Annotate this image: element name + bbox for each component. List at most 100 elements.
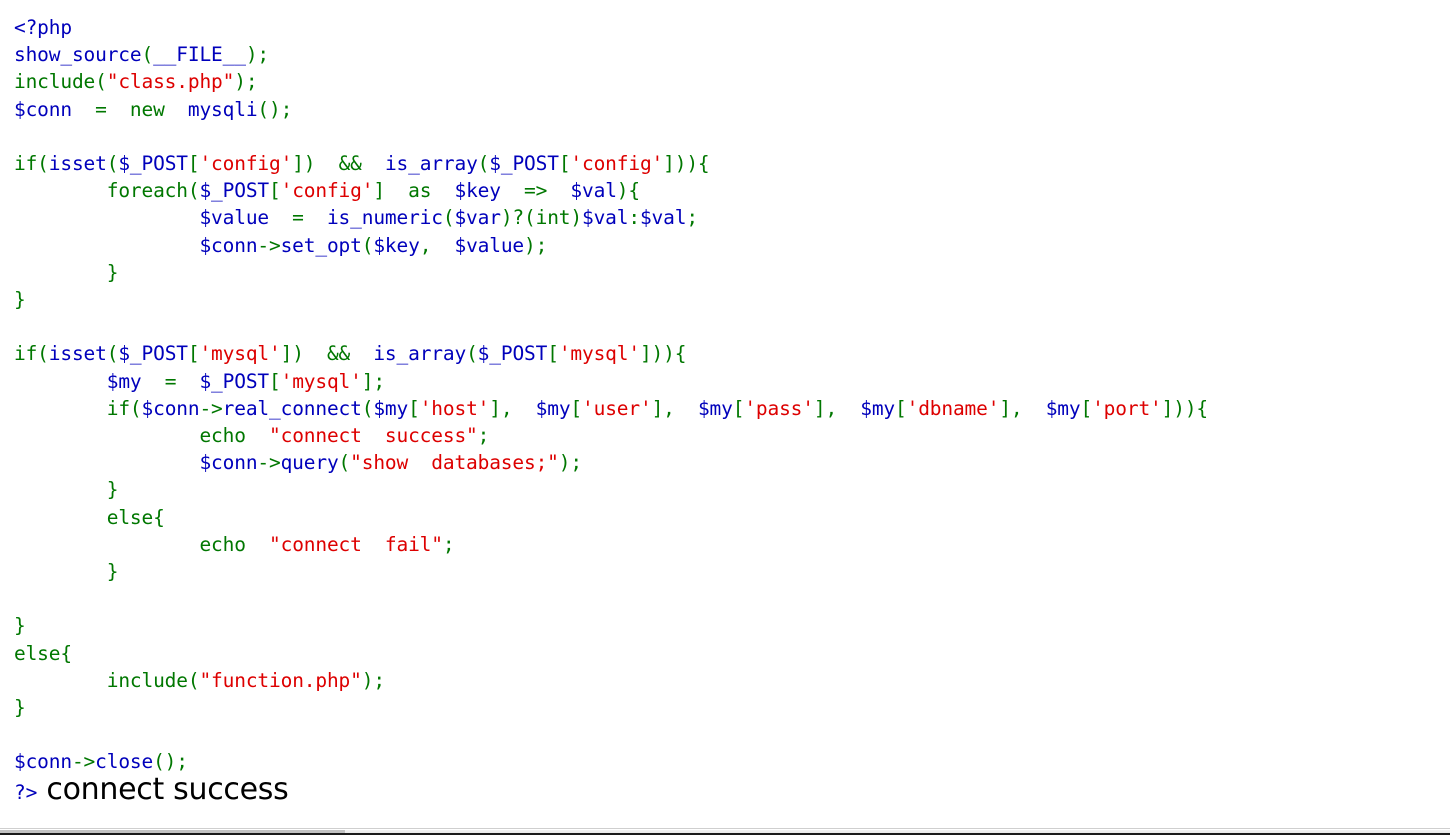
code-token-keyword: [: [269, 369, 281, 393]
code-token-string: "connect fail": [269, 532, 443, 556]
code-token-string: "show databases;": [350, 451, 559, 475]
code-token-keyword: ],: [999, 396, 1046, 420]
code-token-keyword: ])){: [1161, 396, 1209, 420]
code-token-keyword: [14, 451, 199, 474]
code-line: }: [14, 288, 26, 311]
code-token-keyword: (: [477, 152, 490, 176]
code-token-keyword: (: [106, 342, 119, 366]
code-token-keyword: ;: [477, 424, 490, 448]
code-token-keyword: [: [1080, 396, 1093, 420]
code-token-string: 'mysql': [280, 369, 362, 393]
code-line: <?php: [14, 16, 72, 39]
code-token-default: $var: [454, 206, 501, 230]
code-token-keyword: [: [187, 152, 200, 176]
code-token-keyword: ->: [71, 750, 96, 774]
code-token-keyword: [: [269, 179, 281, 203]
code-token-keyword: ->: [257, 233, 281, 257]
horizontal-scrollbar[interactable]: [0, 828, 1450, 835]
code-line: $value = is_numeric($var)?(int)$val:$val…: [14, 206, 698, 229]
code-token-keyword: include: [106, 668, 188, 692]
code-line: }: [14, 696, 26, 719]
code-token-keyword: [165, 98, 188, 121]
code-token-string: 'config': [280, 179, 374, 203]
code-token-keyword: [246, 424, 269, 447]
code-token-keyword: [14, 397, 107, 420]
code-token-keyword: (: [106, 152, 119, 176]
code-line: foreach($_POST['config'] as $key => $val…: [14, 179, 640, 202]
code-token-keyword: ;: [442, 532, 455, 556]
code-line: $conn->query("show databases;");: [14, 451, 582, 474]
code-token-keyword: [14, 669, 107, 692]
code-token-keyword: (: [466, 342, 478, 366]
code-token-default: query: [280, 451, 339, 475]
code-token-keyword: if(: [106, 396, 142, 420]
closing-tag-and-output-line: ?> connect success: [14, 774, 1450, 806]
php-closing-tag: ?>: [14, 780, 38, 804]
code-token-keyword: include: [14, 70, 96, 94]
code-token-default: $my: [697, 396, 733, 420]
code-token-keyword: ],: [651, 396, 698, 420]
code-token-keyword: }: [14, 696, 26, 720]
code-token-default: isset: [48, 342, 107, 366]
code-token-keyword: }: [14, 560, 119, 584]
code-line: else{: [14, 506, 165, 529]
code-token-default: set_opt: [280, 233, 362, 257]
code-token-keyword: echo: [199, 532, 246, 556]
code-token-default: is_array: [373, 342, 467, 366]
code-token-default: $my: [1045, 396, 1081, 420]
code-token-default: $_POST: [477, 342, 548, 366]
code-token-string: 'mysql': [558, 342, 640, 366]
code-token-default: $my: [373, 396, 409, 420]
code-line: show_source(__FILE__);: [14, 43, 269, 66]
code-token-default: $_POST: [118, 152, 188, 176]
code-line: $conn->close();: [14, 750, 188, 773]
code-token-keyword: ,: [419, 233, 455, 257]
code-token-keyword: ]: [373, 179, 409, 203]
code-token-string: 'port': [1092, 396, 1162, 420]
code-token-keyword: [: [408, 396, 420, 420]
php-source-output-page: <?php show_source(__FILE__); include("cl…: [0, 0, 1450, 835]
code-token-default: $key: [454, 179, 502, 203]
code-token-keyword: [: [547, 342, 559, 366]
code-token-keyword: echo: [199, 424, 246, 448]
code-line: }: [14, 614, 26, 637]
code-token-keyword: ]) &&: [280, 342, 374, 366]
php-highlighted-source: <?php show_source(__FILE__); include("cl…: [0, 0, 1450, 806]
code-line: $my = $_POST['mysql'];: [14, 370, 385, 393]
code-token-default: $_POST: [489, 152, 559, 176]
code-token-keyword: ();: [257, 97, 293, 121]
code-token-default: $value: [454, 233, 525, 257]
code-line: if(isset($_POST['config']) && is_array($…: [14, 152, 710, 175]
code-token-keyword: ){: [616, 179, 640, 203]
code-token-string: 'config': [570, 152, 664, 176]
code-token-keyword: =: [71, 97, 130, 121]
code-line: }: [14, 560, 119, 584]
code-token-keyword: ],: [813, 396, 861, 420]
code-token-keyword: (: [187, 668, 200, 692]
code-line: }: [14, 478, 119, 501]
code-token-keyword: [: [732, 396, 745, 420]
code-token-keyword: (: [187, 179, 200, 203]
code-token-default: $my: [860, 396, 896, 420]
code-token-keyword: ],: [489, 396, 536, 420]
code-token-keyword: :: [628, 206, 640, 230]
code-line: include("function.php");: [14, 669, 385, 692]
code-token-default: $val: [639, 206, 687, 230]
code-token-keyword: ];: [361, 369, 385, 393]
code-token-default: $conn: [141, 396, 200, 420]
code-token-default: $conn: [199, 233, 258, 257]
code-line: if(isset($_POST['mysql']) && is_array($_…: [14, 342, 686, 365]
code-token-keyword: new: [129, 97, 165, 121]
code-token-default: isset: [48, 152, 107, 176]
code-token-string: 'config': [199, 152, 293, 176]
code-token-default: $_POST: [199, 179, 270, 203]
code-token-keyword: [14, 424, 199, 447]
code-token-string: 'dbname': [906, 396, 1000, 420]
code-token-keyword: (: [141, 43, 154, 67]
code-token-default: real_connect: [222, 396, 362, 420]
code-token-keyword: ])){: [639, 342, 687, 366]
code-token-keyword: [14, 506, 107, 529]
code-token-keyword: );: [245, 43, 270, 67]
code-token-default: $_POST: [199, 369, 270, 393]
code-line: echo "connect success";: [14, 424, 489, 447]
